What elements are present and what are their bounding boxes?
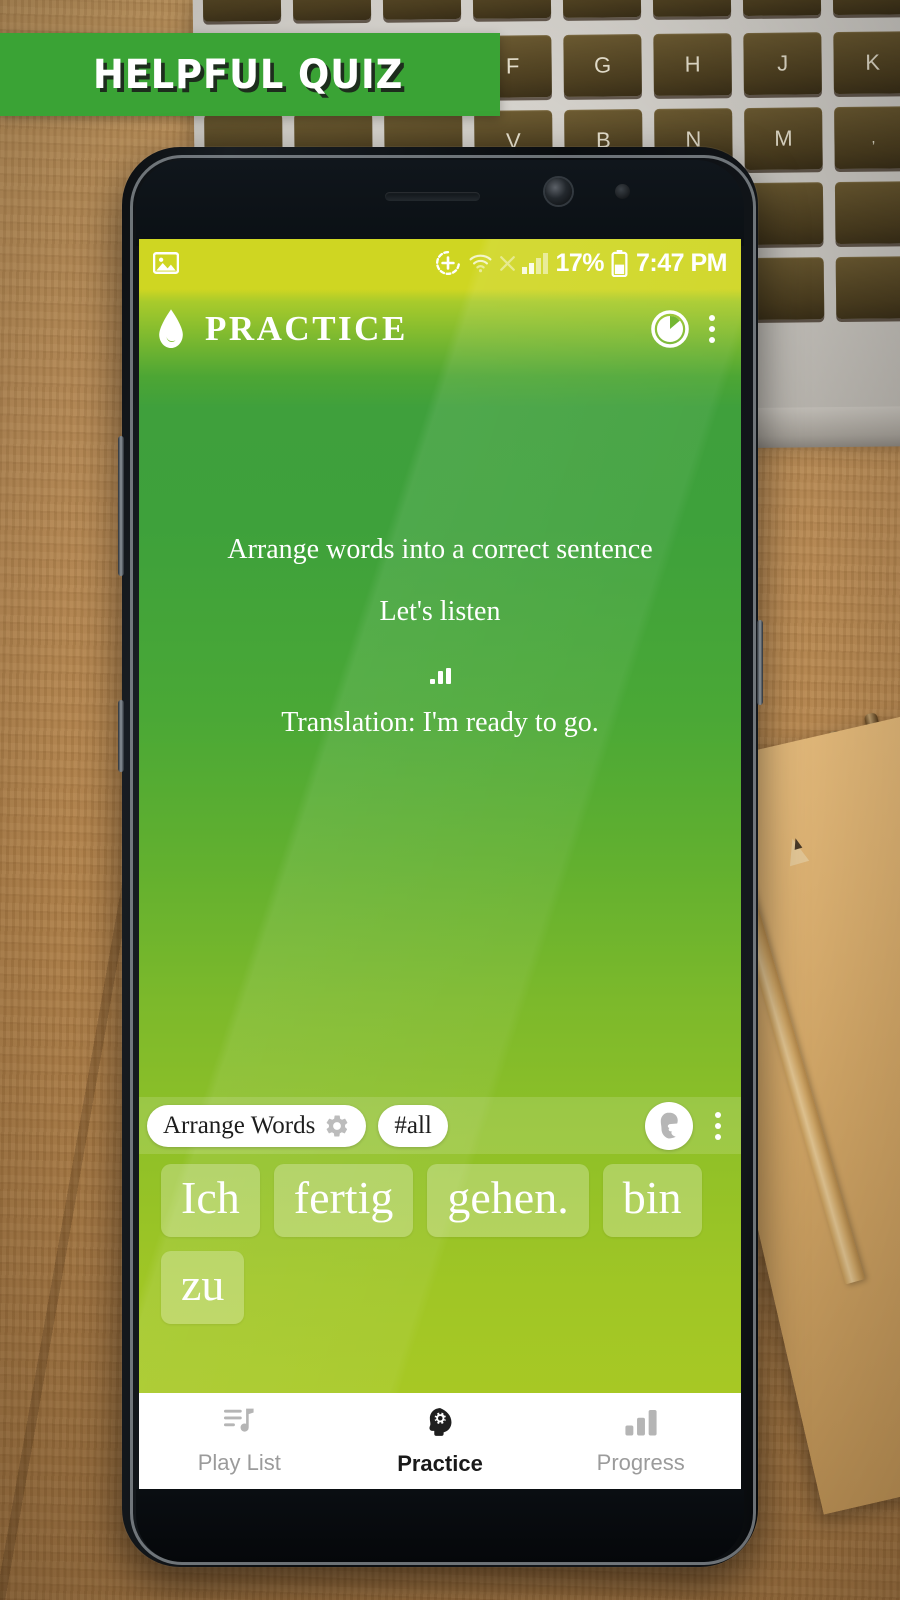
add-circle-icon bbox=[435, 250, 461, 276]
clock-label: 7:47 PM bbox=[636, 248, 727, 277]
audio-bars-icon bbox=[429, 666, 451, 684]
chip-bar-more-vertical-icon[interactable] bbox=[705, 1111, 731, 1140]
bar-chart-icon bbox=[624, 1407, 658, 1443]
translation-text: Translation: I'm ready to go. bbox=[281, 707, 599, 738]
banner-title: HELPFUL QUIZ bbox=[93, 51, 404, 98]
word-tile[interactable]: zu bbox=[161, 1251, 245, 1325]
word-tile[interactable]: Ich bbox=[161, 1164, 260, 1238]
helpful-quiz-banner: HELPFUL QUIZ bbox=[0, 33, 500, 116]
head-gear-icon bbox=[424, 1406, 456, 1444]
mode-chip-arrange-words[interactable]: Arrange Words bbox=[147, 1104, 367, 1147]
power-button[interactable] bbox=[757, 620, 763, 705]
front-camera bbox=[545, 178, 572, 205]
nav-label-practice: Practice bbox=[397, 1450, 483, 1476]
app-bar: PRACTICE bbox=[139, 287, 741, 371]
status-bar: 17% 7:47 PM bbox=[139, 239, 741, 287]
word-tile[interactable]: gehen. bbox=[427, 1164, 589, 1238]
word-tiles-container: Ich fertig gehen. bin zu bbox=[139, 1164, 741, 1325]
chip-bar: Arrange Words #all bbox=[139, 1097, 741, 1154]
proximity-sensor bbox=[615, 184, 630, 199]
bottom-navigation-bar: Play List Practice Progress bbox=[139, 1393, 741, 1489]
person-avatar-icon[interactable] bbox=[645, 1101, 693, 1150]
close-x-icon bbox=[500, 255, 516, 271]
prompt-area: Arrange words into a correct sentence Le… bbox=[139, 371, 741, 1084]
phone-bottom-bezel bbox=[136, 1489, 744, 1563]
listen-label: Let's listen bbox=[379, 596, 501, 627]
tag-chip-all[interactable]: #all bbox=[378, 1104, 448, 1147]
battery-percent-label: 17% bbox=[555, 248, 605, 277]
playlist-music-icon bbox=[222, 1407, 256, 1443]
earpiece-speaker bbox=[385, 192, 480, 201]
volume-down-button[interactable] bbox=[118, 700, 124, 772]
phone-top-bezel bbox=[136, 160, 744, 246]
word-tile[interactable]: fertig bbox=[273, 1164, 414, 1238]
mode-chip-label: Arrange Words bbox=[163, 1111, 316, 1139]
word-tile[interactable]: bin bbox=[602, 1164, 702, 1238]
gear-icon bbox=[324, 1113, 350, 1139]
battery-icon bbox=[611, 249, 628, 277]
water-drop-icon bbox=[155, 308, 187, 350]
tag-chip-label: #all bbox=[394, 1111, 432, 1139]
signal-bars-icon bbox=[522, 252, 549, 274]
app-bar-title: PRACTICE bbox=[205, 309, 408, 348]
nav-item-progress[interactable]: Progress bbox=[540, 1407, 741, 1476]
instruction-text: Arrange words into a correct sentence bbox=[227, 534, 653, 565]
nav-item-play-list[interactable]: Play List bbox=[139, 1407, 340, 1476]
volume-up-button[interactable] bbox=[118, 436, 124, 576]
nav-item-practice[interactable]: Practice bbox=[340, 1406, 541, 1477]
phone-screen: 17% 7:47 PM PRACTICE Arrange words into … bbox=[139, 239, 741, 1489]
image-icon bbox=[153, 252, 179, 274]
more-vertical-icon[interactable] bbox=[699, 315, 725, 343]
wifi-icon bbox=[468, 252, 493, 274]
timer-pie-icon[interactable] bbox=[649, 308, 691, 350]
nav-label-play-list: Play List bbox=[197, 1449, 281, 1475]
nav-label-progress: Progress bbox=[596, 1449, 685, 1475]
